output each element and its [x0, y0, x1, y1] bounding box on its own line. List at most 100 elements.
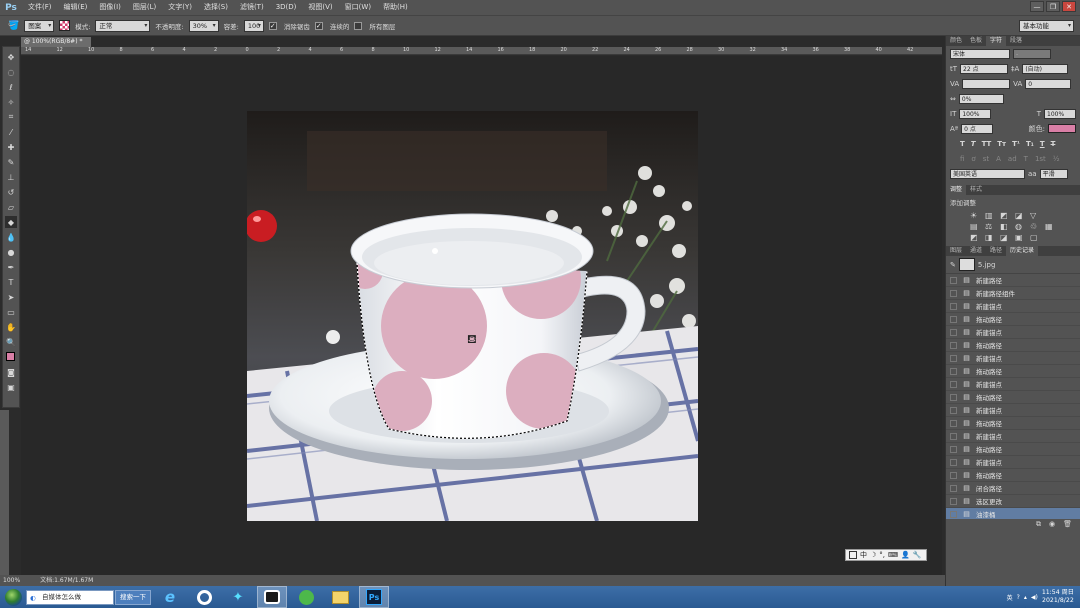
faux-bold-button[interactable]: T — [960, 140, 965, 148]
taskbar-search-input[interactable]: ◐ 自媒体怎么做 — [26, 589, 114, 605]
baseline-input[interactable]: 0 点 — [961, 123, 994, 134]
half-button[interactable]: ½ — [1053, 155, 1060, 163]
font-size-input[interactable]: 22 点 — [960, 63, 1009, 74]
history-item[interactable]: ▤ 拖动路径 — [946, 339, 1080, 352]
history-checkbox[interactable] — [950, 315, 957, 323]
eyedropper-tool-icon[interactable]: ⁄ — [5, 126, 17, 138]
history-checkbox[interactable] — [950, 367, 957, 375]
360-browser-icon[interactable] — [189, 586, 219, 608]
history-item[interactable]: ▤ 拖动路径 — [946, 391, 1080, 404]
hue-icon[interactable]: ▤ — [970, 222, 983, 231]
menu-type[interactable]: 文字(Y) — [162, 0, 198, 15]
superscript-button[interactable]: T¹ — [1012, 140, 1020, 148]
tsume-input[interactable]: 0% — [958, 93, 1004, 104]
contiguous-checkbox[interactable]: ✓ — [314, 21, 323, 30]
tab-history[interactable]: 历史记录 — [1006, 246, 1039, 256]
tab-swatches[interactable]: 色板 — [966, 36, 986, 46]
font-style-select[interactable]: - — [1013, 48, 1051, 59]
history-item[interactable]: ▤ 拖动路径 — [946, 443, 1080, 456]
menu-window[interactable]: 窗口(W) — [339, 0, 377, 15]
menu-file[interactable]: 文件(F) — [22, 0, 58, 15]
menu-edit[interactable]: 编辑(E) — [58, 0, 94, 15]
clock[interactable]: 11:54 周日 2021/8/22 — [1042, 589, 1074, 605]
bw-icon[interactable]: ◧ — [1000, 222, 1013, 231]
history-brush-tool-icon[interactable]: ↺ — [5, 186, 17, 198]
kerning-input[interactable] — [962, 78, 1011, 89]
history-checkbox[interactable] — [950, 497, 957, 505]
history-checkbox[interactable] — [950, 328, 957, 336]
history-item[interactable]: ▤ 新建路径组件 — [946, 287, 1080, 300]
tab-channels[interactable]: 通道 — [966, 246, 986, 256]
document-image[interactable]: ⛾ — [247, 111, 698, 521]
invert-icon[interactable]: ◩ — [970, 233, 983, 242]
file-explorer-icon[interactable] — [325, 586, 355, 608]
tab-layers[interactable]: 图层 — [946, 246, 966, 256]
selective-color-icon[interactable]: ▢ — [1030, 233, 1043, 242]
all-caps-button[interactable]: TT — [982, 140, 992, 148]
stylistic-button[interactable]: st — [983, 155, 989, 163]
opacity-input[interactable]: 30% — [188, 19, 219, 32]
history-checkbox[interactable] — [950, 471, 957, 479]
ime-user-icon[interactable]: 👤 — [901, 551, 910, 559]
paint-bucket-tool-icon[interactable]: 🪣 — [8, 21, 19, 31]
history-checkbox[interactable] — [950, 380, 957, 388]
history-item[interactable]: ▤ 选区更改 — [946, 495, 1080, 508]
history-checkbox[interactable] — [950, 341, 957, 349]
restore-button[interactable]: ❐ — [1046, 1, 1060, 12]
ie-browser-icon[interactable]: e — [155, 586, 185, 608]
balance-icon[interactable]: ⚖ — [985, 222, 998, 231]
history-checkbox[interactable] — [950, 510, 957, 518]
mixer-icon[interactable]: ♲ — [1030, 222, 1043, 231]
lookup-icon[interactable]: ▦ — [1045, 222, 1058, 231]
ordinal-button[interactable]: ad — [1008, 155, 1017, 163]
history-checkbox[interactable] — [950, 458, 957, 466]
hand-tool-icon[interactable]: ✋ — [5, 321, 17, 333]
dodge-tool-icon[interactable]: ● — [5, 246, 17, 258]
brightness-icon[interactable]: ☀ — [970, 211, 983, 220]
history-item[interactable]: ▤ 拖动路径 — [946, 417, 1080, 430]
history-item[interactable]: ▤ 新建锚点 — [946, 300, 1080, 313]
history-item[interactable]: ▤ 新建锚点 — [946, 326, 1080, 339]
green-app-icon[interactable] — [291, 586, 321, 608]
strikethrough-button[interactable]: T — [1051, 140, 1056, 148]
tab-paths[interactable]: 路径 — [986, 246, 1006, 256]
ime-keyboard-icon[interactable]: ⌨ — [888, 551, 898, 559]
ime-settings-icon[interactable]: 🔧 — [913, 551, 922, 559]
language-select[interactable]: 美国英语 — [950, 168, 1025, 179]
ime-punct-toggle[interactable]: °, — [879, 551, 885, 559]
menu-filter[interactable]: 滤镜(T) — [234, 0, 270, 15]
curves-icon[interactable]: ◩ — [1000, 211, 1013, 220]
menu-help[interactable]: 帮助(H) — [377, 0, 414, 15]
menu-layer[interactable]: 图层(L) — [127, 0, 162, 15]
history-item[interactable]: ▤ 拖动路径 — [946, 365, 1080, 378]
menu-select[interactable]: 选择(S) — [198, 0, 234, 15]
vibrance-icon[interactable]: ▽ — [1030, 211, 1043, 220]
blue-app-icon[interactable]: ✦ — [223, 586, 253, 608]
blend-mode-select[interactable]: 正常 — [95, 19, 151, 32]
history-item[interactable]: ▤ 油漆桶 — [946, 508, 1080, 519]
color-swatches-icon[interactable] — [5, 351, 17, 363]
video-app-icon[interactable] — [257, 586, 287, 608]
ligature-button[interactable]: fi — [960, 155, 964, 163]
search-button[interactable]: 搜索一下 — [115, 589, 151, 605]
type-tool-icon[interactable]: T — [5, 276, 17, 288]
crop-tool-icon[interactable]: ⌗ — [5, 111, 17, 123]
document-tab[interactable]: @ 100%(RGB/8#) * — [21, 37, 91, 47]
history-checkbox[interactable] — [950, 393, 957, 401]
history-checkbox[interactable] — [950, 432, 957, 440]
zoom-level[interactable]: 100% — [3, 575, 20, 586]
menu-3d[interactable]: 3D(D) — [270, 0, 303, 15]
quick-mask-icon[interactable]: ◙ — [5, 366, 17, 378]
ornament-button[interactable]: T — [1024, 155, 1028, 163]
ime-logo-icon[interactable] — [849, 551, 857, 559]
gradient-map-icon[interactable]: ▣ — [1015, 233, 1028, 242]
history-item[interactable]: ▤ 拖动路径 — [946, 313, 1080, 326]
history-checkbox[interactable] — [950, 289, 957, 297]
tolerance-input[interactable]: 100 — [243, 19, 264, 32]
pen-tool-icon[interactable]: ✒ — [5, 261, 17, 273]
threshold-icon[interactable]: ◪ — [1000, 233, 1013, 242]
history-checkbox[interactable] — [950, 484, 957, 492]
photo-filter-icon[interactable]: ◍ — [1015, 222, 1028, 231]
pattern-swatch-icon[interactable] — [59, 20, 71, 31]
tab-character[interactable]: 字符 — [986, 36, 1007, 46]
